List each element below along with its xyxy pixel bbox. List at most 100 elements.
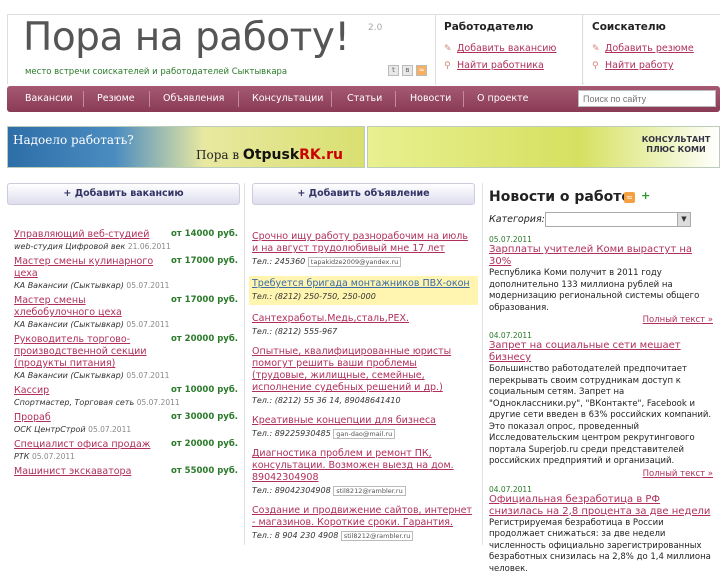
add-icon[interactable]: +	[641, 189, 650, 202]
find-job-link[interactable]: Найти работу	[605, 60, 674, 71]
nav-item-news[interactable]: Новости	[410, 86, 451, 112]
rss-icon[interactable]: ≈	[624, 192, 635, 203]
rss-icon[interactable]: ≈	[416, 65, 427, 76]
search-icon: ⚲	[444, 60, 451, 71]
vacancy-title[interactable]: Управляющий веб-студией	[14, 229, 169, 241]
ad-email: gan-dao@mail.ru	[333, 429, 396, 439]
vacancy-title[interactable]: Кассир	[14, 385, 169, 397]
ad-phone: Тел.: 89042304908	[252, 486, 331, 495]
news-item-text: Регистрируемая безработица в России прод…	[489, 517, 711, 574]
news-title: Новости о работе	[489, 189, 631, 205]
list-item: Создание и продвижение сайтов, интернет …	[252, 505, 475, 542]
vacancy-company: Спортмастер, Торговая сеть	[14, 398, 135, 407]
list-item: Специалист офиса продаж от 20000 руб. РТ…	[14, 439, 238, 461]
news-column: Новости о работе ≈ + Категория: ▼ 05.07.…	[489, 183, 713, 581]
logo-block: Пора на работу! 2.0 место встречи соиска…	[8, 15, 436, 85]
ad-title[interactable]: Креативные концепции для бизнеса	[252, 415, 436, 426]
category-label: Категория:	[489, 214, 545, 225]
ad-title[interactable]: Сантехработы.Медь,сталь,PEX.	[252, 313, 409, 324]
news-item-text: Большинство работодателей предпочитает п…	[489, 364, 712, 466]
vacancy-title[interactable]: Мастер смены кулинарного цеха	[14, 256, 169, 280]
nav-divider	[463, 91, 464, 107]
vacancy-date: 05.07.2011	[136, 398, 180, 407]
site-logo[interactable]: Пора на работу!	[23, 15, 350, 60]
add-vacancy-link[interactable]: Добавить вакансию	[457, 43, 556, 54]
list-item: Сантехработы.Медь,сталь,PEX. Тел.: (8212…	[252, 313, 475, 338]
list-item: Диагностика проблем и ремонт ПК, консуль…	[252, 448, 475, 497]
vacancy-title[interactable]: Машинист экскаватора	[14, 466, 169, 478]
ad-phone: Тел.: (8212) 555-967	[252, 327, 338, 336]
nav-item-about[interactable]: О проекте	[477, 86, 529, 112]
search-input[interactable]	[578, 90, 716, 107]
add-ad-button[interactable]: + Добавить объявление	[252, 183, 475, 205]
vacancy-title[interactable]: Руководитель торгово-производственной се…	[14, 334, 169, 370]
ad-phone: Тел.: 8 904 230 4908	[252, 531, 339, 540]
news-item-title[interactable]: Запрет на социальные сети мешает бизнесу	[489, 340, 713, 364]
add-resume-link[interactable]: Добавить резюме	[605, 43, 694, 54]
news-date: 04.07.2011	[489, 484, 532, 494]
ads-column: + Добавить объявление Срочно ищу работу …	[249, 183, 478, 550]
category-select[interactable]: ▼	[545, 212, 691, 227]
ad-title[interactable]: Требуется бригада монтажников ПВХ-окон	[252, 278, 470, 289]
vacancy-salary: от 20000 руб.	[170, 334, 238, 344]
nav-item-articles[interactable]: Статьи	[347, 86, 382, 112]
vacancy-date: 05.07.2011	[88, 425, 132, 434]
vacancy-company: РТК	[14, 452, 30, 461]
ad-title[interactable]: Срочно ищу работу разнорабочим на июль и…	[252, 231, 468, 254]
vacancy-salary: от 55000 руб.	[170, 466, 238, 476]
vacancy-company: web-студия Цифровой век	[14, 242, 126, 251]
banner-headline: Надоело работать?	[13, 133, 134, 147]
nav-item-consultations[interactable]: Консультации	[252, 86, 323, 112]
otpusk-banner[interactable]: Надоело работать? Пора в OtpuskRK.ru	[7, 126, 365, 168]
vacancy-salary: от 14000 руб.	[170, 229, 238, 239]
banner-subline: Пора в OtpuskRK.ru	[196, 147, 343, 163]
news-item-title[interactable]: Официальная безработица в РФ снизилась н…	[489, 494, 713, 518]
nav-divider	[149, 91, 150, 107]
pencil-icon: ✎	[444, 43, 452, 54]
ad-phone: Тел.: 245360	[252, 257, 306, 266]
ad-title[interactable]: Создание и продвижение сайтов, интернет …	[252, 505, 472, 528]
ad-phone: Тел.: (8212) 250-750, 250-000	[252, 292, 376, 301]
vacancy-date: 05.07.2011	[126, 320, 170, 329]
twitter-icon[interactable]: t	[388, 65, 399, 76]
nav-item-ads[interactable]: Объявления	[163, 86, 224, 112]
ad-title[interactable]: Опытные, квалифицированные юристы помогу…	[252, 346, 451, 393]
seeker-title: Соискателю	[592, 21, 666, 33]
read-more-link[interactable]: Полный текст »	[643, 469, 713, 479]
vacancy-salary: от 17000 руб.	[170, 256, 238, 266]
logo-version: 2.0	[368, 23, 383, 33]
news-item-title[interactable]: Зарплаты учителей Коми вырастут на 30%	[489, 244, 713, 268]
vacancy-company: ОСК ЦентрСтрой	[14, 425, 86, 434]
employer-title: Работодателю	[444, 21, 534, 33]
nav-item-resumes[interactable]: Резюме	[97, 86, 135, 112]
vacancy-title[interactable]: Мастер смены хлебобулочного цеха	[14, 295, 169, 319]
nav-divider	[83, 91, 84, 107]
find-worker-link[interactable]: Найти работника	[457, 60, 544, 71]
vacancies-column: + Добавить вакансию Управляющий веб-студ…	[7, 183, 240, 483]
news-item: 05.07.2011 Зарплаты учителей Коми выраст…	[489, 235, 713, 325]
ad-email: stil8212@rambler.ru	[333, 486, 406, 496]
list-item: Руководитель торгово-производственной се…	[14, 334, 238, 380]
ad-email: stil8212@rambler.ru	[340, 531, 414, 541]
consultant-banner[interactable]: КОНСУЛЬТАНТ ПЛЮС КОМИ	[367, 126, 720, 168]
site-header: Пора на работу! 2.0 место встречи соиска…	[7, 14, 721, 85]
news-header: Новости о работе ≈ +	[489, 189, 713, 209]
nav-item-vacancies[interactable]: Вакансии	[25, 86, 73, 112]
vk-icon[interactable]: в	[402, 65, 413, 76]
news-item-text: Республика Коми получит в 2011 году допо…	[489, 268, 700, 313]
list-item: Прораб от 30000 руб. ОСК ЦентрСтрой 05.0…	[14, 412, 238, 434]
vacancy-title[interactable]: Прораб	[14, 412, 169, 424]
vacancy-date: 21.06.2011	[127, 242, 171, 251]
ad-title[interactable]: Диагностика проблем и ремонт ПК, консуль…	[252, 448, 454, 483]
ad-phone: Тел.: 89225930485	[252, 429, 331, 438]
read-more-link[interactable]: Полный текст »	[643, 315, 713, 325]
list-item: Машинист экскаватора от 55000 руб.	[14, 466, 238, 478]
list-item: Креативные концепции для бизнеса Тел.: 8…	[252, 415, 475, 440]
vacancy-salary: от 17000 руб.	[170, 295, 238, 305]
vacancy-date: 05.07.2011	[126, 281, 170, 290]
list-item: Кассир от 10000 руб. Спортмастер, Торгов…	[14, 385, 238, 407]
vacancy-company: КА Вакансии (Сыктывкар)	[14, 371, 124, 380]
vacancy-salary: от 30000 руб.	[170, 412, 238, 422]
add-vacancy-button[interactable]: + Добавить вакансию	[7, 183, 240, 205]
vacancy-title[interactable]: Специалист офиса продаж	[14, 439, 169, 451]
